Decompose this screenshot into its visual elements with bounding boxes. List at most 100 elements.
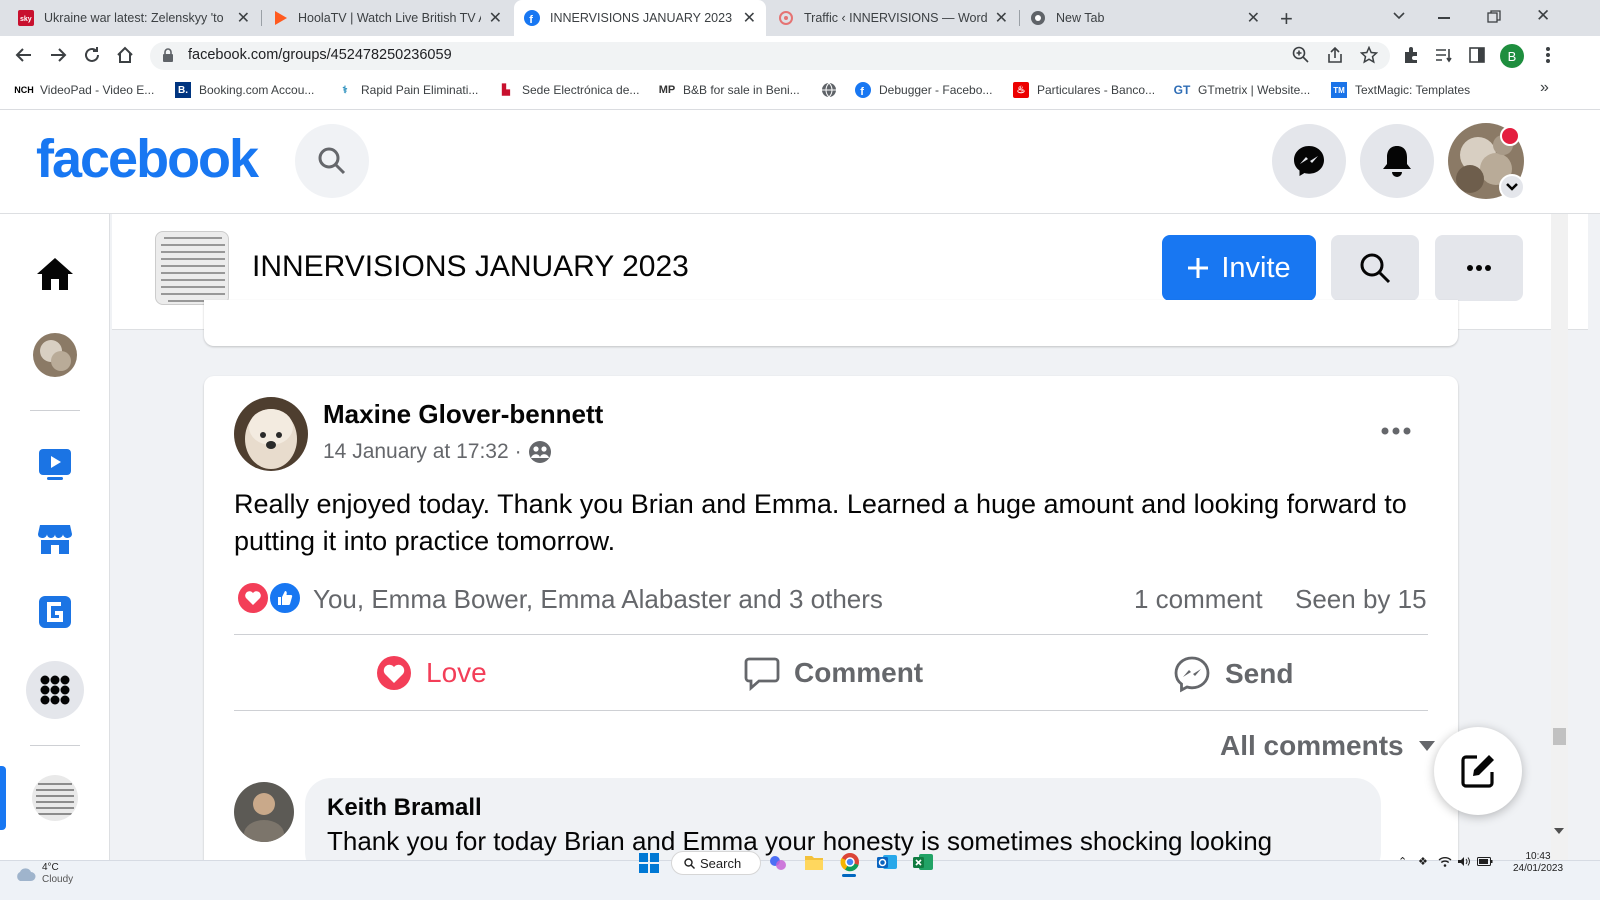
bookmark-item[interactable]: f Debugger - Facebo... [855, 82, 992, 98]
excel-icon[interactable] [912, 852, 934, 872]
battery-icon[interactable] [1477, 857, 1493, 866]
restore-icon[interactable] [1487, 10, 1501, 24]
group-more-button[interactable] [1435, 235, 1523, 301]
scrollbar-thumb[interactable] [1553, 728, 1566, 745]
wifi-icon[interactable] [1438, 856, 1452, 867]
home-icon[interactable] [115, 45, 135, 65]
chevron-down-icon[interactable] [1499, 174, 1525, 200]
weather-widget[interactable]: 4°C Cloudy [14, 862, 73, 886]
close-icon[interactable]: ✕ [995, 8, 1008, 28]
tab-search-icon[interactable] [1392, 9, 1406, 23]
bookmark-item[interactable] [821, 82, 845, 98]
side-panel-icon[interactable] [1468, 46, 1486, 64]
share-icon[interactable] [1326, 46, 1344, 64]
messenger-button[interactable] [1272, 124, 1346, 198]
previous-post-card [204, 300, 1458, 346]
bookmark-item[interactable]: ⚕ Rapid Pain Eliminati... [337, 82, 478, 98]
reload-icon[interactable] [82, 45, 102, 65]
home-icon[interactable] [36, 256, 74, 292]
group-cover-thumbnail[interactable] [155, 231, 229, 305]
volume-icon[interactable] [1457, 856, 1471, 867]
menu-button[interactable] [26, 661, 84, 719]
outlook-icon[interactable] [876, 852, 898, 872]
group-title[interactable]: INNERVISIONS JANUARY 2023 [252, 250, 689, 284]
invite-button[interactable]: Invite [1162, 235, 1316, 301]
bookmark-item[interactable]: NCH VideoPad - Video E... [14, 82, 154, 98]
send-button[interactable]: Send [1173, 655, 1293, 693]
close-icon[interactable]: ✕ [743, 8, 756, 28]
forward-icon[interactable] [48, 45, 68, 65]
close-icon[interactable]: ✕ [1247, 8, 1260, 28]
bookmark-item[interactable]: ♨ Particulares - Banco... [1013, 82, 1155, 98]
browser-tab[interactable]: New Tab ✕ [1020, 0, 1270, 36]
reading-list-icon[interactable] [1434, 46, 1454, 64]
profile-avatar[interactable]: B [1500, 44, 1524, 68]
close-icon[interactable]: ✕ [237, 8, 250, 28]
taskbar-search[interactable]: Search [671, 851, 761, 875]
profile-shortcut-avatar[interactable] [33, 333, 77, 377]
reactions-summary[interactable]: You, Emma Bower, Emma Alabaster and 3 ot… [313, 584, 883, 615]
close-icon[interactable]: ✕ [489, 8, 502, 28]
lock-icon[interactable] [162, 48, 174, 62]
browser-tab[interactable]: sky Ukraine war latest: Zelenskyy 'to ✕ [8, 0, 260, 36]
group-shortcut-thumbnail[interactable] [32, 775, 78, 821]
new-message-button[interactable] [1434, 727, 1522, 815]
comment-filter[interactable]: All comments [1220, 730, 1436, 762]
more-bookmarks-icon[interactable]: » [1540, 79, 1549, 97]
browser-tab[interactable]: HoolaTV | Watch Live British TV A ✕ [262, 0, 512, 36]
scroll-down-arrow-icon[interactable] [1553, 826, 1565, 836]
globe-icon [821, 82, 837, 98]
fb-search-button[interactable] [295, 124, 369, 198]
rail-divider [30, 410, 80, 411]
zoom-icon[interactable] [1292, 46, 1310, 64]
love-button[interactable]: Love [376, 655, 487, 691]
group-privacy-icon[interactable] [528, 440, 552, 464]
file-explorer-icon[interactable] [804, 853, 824, 871]
groups-feed-icon[interactable] [37, 594, 73, 630]
post-timestamp[interactable]: 14 January at 17:32 [323, 440, 509, 464]
bookmark-label: Sede Electrónica de... [522, 83, 640, 97]
page-scrollbar[interactable] [1551, 214, 1568, 860]
dropbox-icon[interactable]: ❖ [1418, 855, 1428, 868]
post-options-icon[interactable] [1380, 426, 1412, 436]
commenter-avatar[interactable] [234, 782, 294, 842]
watch-icon[interactable] [37, 446, 73, 482]
mp-icon: MP [658, 84, 676, 96]
love-reaction-icon[interactable] [236, 581, 270, 615]
like-reaction-icon[interactable] [268, 581, 302, 615]
bookmark-label: Particulares - Banco... [1037, 83, 1156, 97]
seen-by-count[interactable]: Seen by 15 [1295, 584, 1427, 615]
minimize-icon[interactable] [1438, 17, 1450, 19]
bookmark-item[interactable]: B. Booking.com Accou... [175, 82, 314, 98]
extensions-icon[interactable] [1402, 46, 1420, 64]
bookmark-label: B&B for sale in Beni... [683, 83, 800, 97]
windows-taskbar [0, 860, 1600, 900]
taskbar-clock[interactable]: 10:43 24/01/2023 [1510, 851, 1566, 875]
marketplace-icon[interactable] [37, 521, 73, 557]
bookmark-item[interactable]: ▙ Sede Electrónica de... [498, 82, 639, 98]
more-horizontal-icon [1466, 264, 1492, 272]
bookmark-item[interactable]: TM TextMagic: Templates [1331, 82, 1470, 98]
new-tab-icon[interactable]: + [1280, 6, 1293, 32]
commenter-name[interactable]: Keith Bramall [327, 794, 482, 822]
windows-start-icon[interactable] [639, 853, 659, 873]
post-author-name[interactable]: Maxine Glover-bennett [323, 399, 603, 430]
gtmetrix-icon: GT [1173, 83, 1191, 97]
tray-overflow-icon[interactable]: ⌃ [1398, 855, 1407, 868]
bookmark-item[interactable]: MP B&B for sale in Beni... [659, 82, 800, 98]
facebook-logo[interactable]: facebook [36, 128, 259, 190]
author-avatar[interactable] [234, 397, 308, 471]
copilot-icon[interactable] [768, 853, 788, 873]
browser-tab-active[interactable]: f INNERVISIONS JANUARY 2023 | F ✕ [514, 0, 766, 36]
notifications-button[interactable] [1360, 124, 1434, 198]
bookmark-item[interactable]: GT GTmetrix | Website... [1173, 82, 1311, 98]
comment-button[interactable]: Comment [744, 655, 923, 691]
window-close-icon[interactable]: ✕ [1536, 6, 1550, 26]
group-search-button[interactable] [1331, 235, 1419, 301]
comments-count[interactable]: 1 comment [1134, 584, 1263, 615]
bookmark-star-icon[interactable] [1360, 46, 1378, 64]
chrome-menu-icon[interactable] [1545, 45, 1551, 65]
back-icon[interactable] [14, 45, 34, 65]
chrome-icon[interactable] [840, 852, 860, 872]
browser-tab[interactable]: Traffic ‹ INNERVISIONS — WordP ✕ [768, 0, 1018, 36]
